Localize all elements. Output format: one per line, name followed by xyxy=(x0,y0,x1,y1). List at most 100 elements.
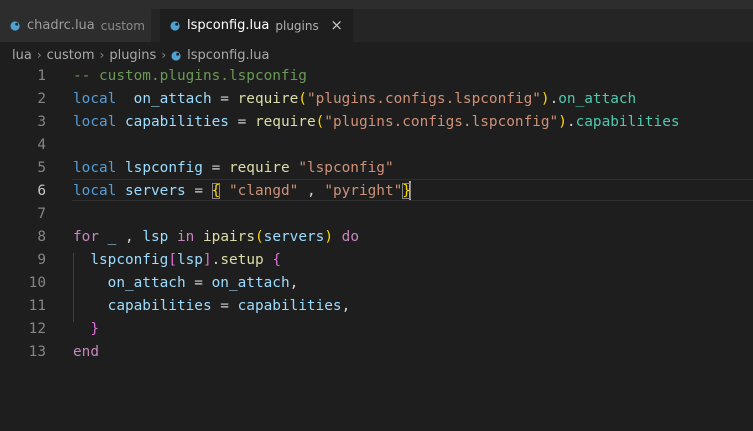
code-line[interactable]: 9 lspconfig[lsp].setup { xyxy=(0,248,753,271)
code-line[interactable]: 10 on_attach = on_attach, xyxy=(0,271,753,294)
tab-label: chadrc.lua xyxy=(27,18,95,33)
code-token: do xyxy=(341,228,359,245)
code-token: , xyxy=(289,274,299,291)
code-line[interactable]: 7 xyxy=(0,202,753,225)
breadcrumb-item-plugins[interactable]: plugins xyxy=(109,48,156,63)
code-token: . xyxy=(566,113,576,130)
breadcrumb-item-lua[interactable]: lua xyxy=(12,48,32,63)
code-text: local capabilities = require("plugins.co… xyxy=(73,114,680,130)
code-token: , xyxy=(116,228,143,245)
tab-bar: chadrc.lua custom lspconfig.lua plugins … xyxy=(0,0,753,42)
code-token: end xyxy=(73,343,99,360)
code-token: ( xyxy=(315,113,325,130)
line-number: 1 xyxy=(37,67,46,84)
code-token: on_attach xyxy=(107,274,186,291)
code-token: "clangd" xyxy=(229,182,299,199)
code-token: [ xyxy=(168,251,177,268)
code-line[interactable]: 2 local on_attach = require("plugins.conf… xyxy=(0,87,753,110)
code-token: local xyxy=(73,159,117,176)
line-number: 3 xyxy=(37,113,46,130)
code-token: require xyxy=(228,159,290,176)
code-token: on_attach xyxy=(558,90,637,107)
line-number: 11 xyxy=(28,297,46,314)
code-text: local servers = { "clangd" , "pyright"} xyxy=(73,182,411,199)
chevron-right-icon: › xyxy=(99,48,105,62)
code-line[interactable]: 5 local lspconfig = require "lspconfig" xyxy=(0,156,753,179)
code-text: local on_attach = require("plugins.confi… xyxy=(73,91,636,107)
code-token: lspconfig xyxy=(125,159,203,176)
code-text: lspconfig[lsp].setup { xyxy=(73,252,281,268)
code-token: } xyxy=(402,182,411,199)
code-token: require xyxy=(254,113,316,130)
lua-file-icon xyxy=(170,21,180,31)
breadcrumb: lua › custom › plugins › lspconfig.lua xyxy=(12,45,270,65)
code-line[interactable]: 6 local servers = { "clangd" , "pyright"} xyxy=(0,179,753,202)
line-number: 2 xyxy=(37,90,46,107)
tab-lspconfig[interactable]: lspconfig.lua plugins × xyxy=(160,9,353,42)
code-token: "plugins.configs.lspconfig" xyxy=(324,113,559,130)
code-line[interactable]: 4 xyxy=(0,133,753,156)
lua-file-icon xyxy=(10,21,20,31)
line-number: 10 xyxy=(28,274,46,291)
code-token: "plugins.configs.lspconfig" xyxy=(306,90,541,107)
code-token: ) xyxy=(540,90,550,107)
breadcrumb-item-custom[interactable]: custom xyxy=(47,48,95,63)
code-token: } xyxy=(90,320,99,337)
line-number: 12 xyxy=(28,320,46,337)
tab-chadrc[interactable]: chadrc.lua custom xyxy=(0,9,152,42)
code-text: local lspconfig = require "lspconfig" xyxy=(73,160,394,176)
code-token: local xyxy=(73,182,117,199)
code-token: . xyxy=(549,90,559,107)
code-line[interactable]: 13 end xyxy=(0,340,753,363)
code-token: local xyxy=(73,90,117,107)
code-token: ( xyxy=(255,228,264,245)
code-token: on_attach xyxy=(211,274,290,291)
code-token: ) xyxy=(558,113,567,130)
code-text: } xyxy=(73,321,99,337)
code-token: = xyxy=(228,113,255,130)
line-number: 8 xyxy=(37,228,46,245)
breadcrumb-item-file[interactable]: lspconfig.lua xyxy=(187,48,269,63)
code-token: = xyxy=(202,159,229,176)
lua-file-icon xyxy=(171,50,181,61)
line-number: 6 xyxy=(37,182,46,199)
chevron-right-icon: › xyxy=(36,48,42,62)
code-editor[interactable]: 1 -- custom.plugins.lspconfig 2 local on_at… xyxy=(0,64,753,431)
close-icon[interactable]: × xyxy=(330,16,343,34)
line-number: 5 xyxy=(37,159,46,176)
code-line[interactable]: 1 -- custom.plugins.lspconfig xyxy=(0,64,753,87)
code-token: -- custom.plugins.lspconfig xyxy=(73,67,307,84)
line-number: 7 xyxy=(37,205,46,222)
code-token: lsp xyxy=(142,228,169,245)
code-line[interactable]: 11 capabilities = capabilities, xyxy=(0,294,753,317)
code-token: ] xyxy=(202,251,212,268)
code-token: require xyxy=(237,90,299,107)
code-token: "pyright" xyxy=(324,182,403,199)
code-token: for xyxy=(73,228,99,245)
code-token: on_attach xyxy=(133,90,212,107)
code-token: lsp xyxy=(176,251,203,268)
code-line[interactable]: 8 for _ , lsp in ipairs(servers) do xyxy=(0,225,753,248)
code-line[interactable]: 12 } xyxy=(0,317,753,340)
line-number: 9 xyxy=(37,251,46,268)
code-text: -- custom.plugins.lspconfig xyxy=(73,68,307,84)
code-line[interactable]: 3 local capabilities = require("plugins.c… xyxy=(0,110,753,133)
code-token: setup xyxy=(220,251,264,268)
code-token: = xyxy=(185,182,212,199)
chevron-right-icon: › xyxy=(161,48,167,62)
line-number: 4 xyxy=(37,136,46,153)
code-token: ipairs xyxy=(203,228,255,245)
code-token: capabilities xyxy=(237,297,342,314)
